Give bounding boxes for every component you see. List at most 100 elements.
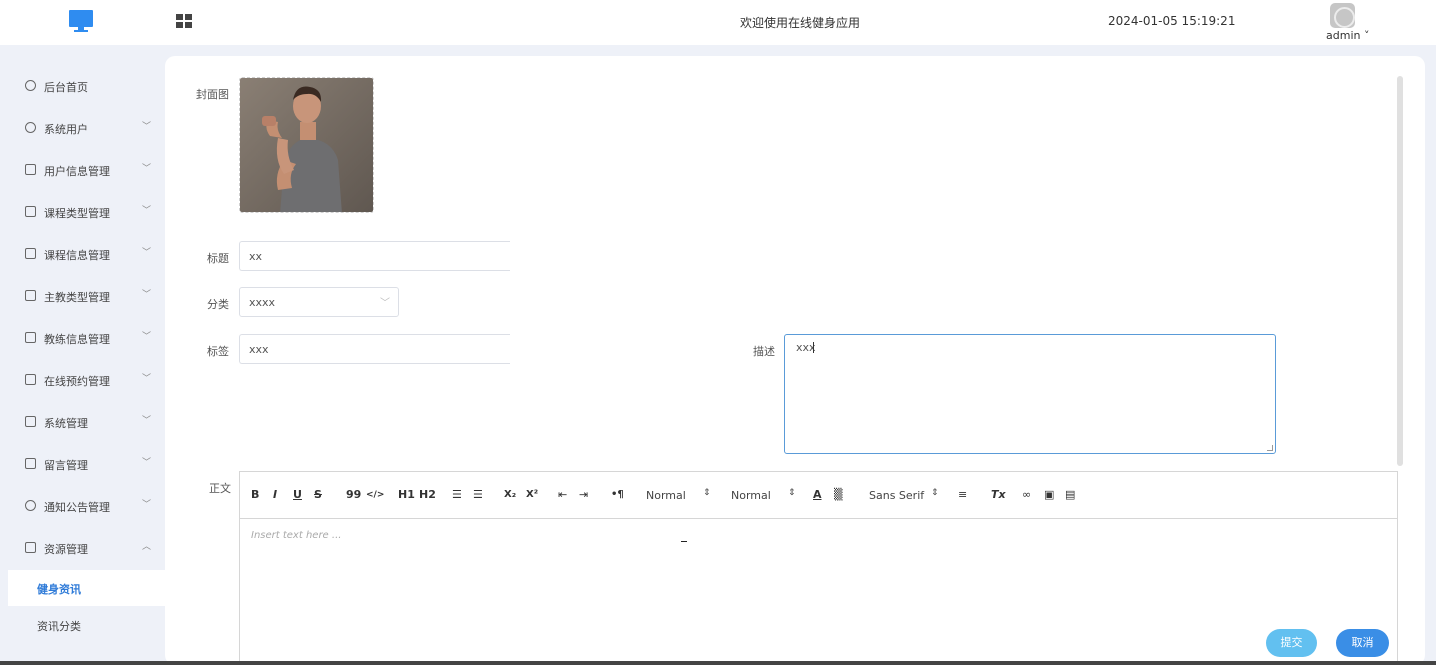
- h1-button[interactable]: H1: [398, 489, 415, 501]
- superscript-button[interactable]: X²: [526, 489, 538, 501]
- strike-button[interactable]: S: [314, 489, 322, 501]
- sidebar-subitem-label: 资讯分类: [37, 620, 81, 633]
- bullet-list-icon[interactable]: ☰: [473, 489, 483, 501]
- datetime-display: 2024-01-05 15:19:21: [1108, 14, 1236, 28]
- text-color-icon[interactable]: A: [813, 489, 822, 501]
- sidebar-subitem-label: 健身资讯: [37, 583, 81, 596]
- align-icon[interactable]: ≡: [958, 489, 967, 501]
- header-picker[interactable]: Normal ⇕: [731, 488, 796, 502]
- sidebar-item-messages[interactable]: 留言管理 ﹀: [0, 443, 165, 485]
- list-icon: [25, 206, 36, 217]
- italic-button[interactable]: I: [273, 489, 277, 501]
- sidebar-subitem-news-category[interactable]: 资讯分类: [8, 607, 165, 643]
- folder-icon: [25, 542, 36, 553]
- font-picker[interactable]: Sans Serif ⇕: [869, 488, 939, 502]
- header-picker-value: Normal: [731, 489, 771, 502]
- chevron-down-icon: ﹀: [142, 416, 152, 426]
- list-icon: [25, 164, 36, 175]
- h2-button[interactable]: H2: [419, 489, 436, 501]
- chevron-down-icon: ﹀: [142, 458, 152, 468]
- sidebar-item-dashboard[interactable]: 后台首页: [0, 65, 165, 107]
- sidebar-item-coach-type[interactable]: 主教类型管理 ﹀: [0, 275, 165, 317]
- font-picker-value: Sans Serif: [869, 489, 925, 502]
- picker-arrows-icon: ⇕: [703, 488, 711, 498]
- body-label: 正文: [209, 482, 231, 495]
- sidebar-item-user-info[interactable]: 用户信息管理 ﹀: [0, 149, 165, 191]
- sidebar: 后台首页 系统用户 ﹀ 用户信息管理 ﹀ 课程类型管理 ﹀ 课程信息管理 ﹀ 主…: [0, 45, 165, 665]
- link-icon[interactable]: ∞: [1022, 489, 1031, 501]
- sidebar-item-course-info[interactable]: 课程信息管理 ﹀: [0, 233, 165, 275]
- cancel-button[interactable]: 取消: [1336, 629, 1389, 657]
- message-icon: [25, 458, 36, 469]
- text-direction-button[interactable]: •¶: [611, 489, 624, 501]
- check-box-icon: [25, 416, 36, 427]
- sidebar-item-coach-info[interactable]: 教练信息管理 ﹀: [0, 317, 165, 359]
- sidebar-item-label: 主教类型管理: [44, 291, 110, 304]
- tags-input[interactable]: xxx: [239, 334, 510, 364]
- sidebar-subitem-fitness-news[interactable]: 健身资讯: [8, 570, 165, 606]
- chevron-down-icon: ﹀: [380, 298, 390, 309]
- form-card: 封面图 标题 xx 分类 xxxx ﹀ 标签 xxx 描述 xxx 正文 B I…: [165, 56, 1425, 665]
- description-label: 描述: [753, 345, 775, 358]
- sidebar-item-label: 系统用户: [44, 123, 88, 136]
- video-icon[interactable]: ▤: [1065, 489, 1075, 501]
- user-icon: [25, 122, 36, 133]
- indent-icon[interactable]: ⇥: [579, 489, 588, 501]
- resize-handle[interactable]: [1267, 445, 1273, 451]
- welcome-text: 欢迎使用在线健身应用: [739, 16, 860, 30]
- picker-arrows-icon: ⇕: [931, 488, 939, 498]
- list-icon: [25, 248, 36, 259]
- monitor-logo-icon: [69, 10, 93, 32]
- background-color-icon[interactable]: ▒: [834, 489, 842, 501]
- chevron-down-icon: ﹀: [142, 332, 152, 342]
- sidebar-item-label: 教练信息管理: [44, 333, 110, 346]
- sidebar-item-label: 课程信息管理: [44, 249, 110, 262]
- sidebar-item-announcements[interactable]: 通知公告管理 ﹀: [0, 485, 165, 527]
- sidebar-item-label: 系统管理: [44, 417, 88, 430]
- ordered-list-icon[interactable]: ☰: [452, 489, 462, 501]
- subscript-button[interactable]: X₂: [504, 489, 516, 501]
- title-label: 标题: [207, 252, 229, 265]
- sidebar-item-label: 留言管理: [44, 459, 88, 472]
- code-block-button[interactable]: </>: [366, 489, 384, 501]
- title-input-value: xx: [249, 250, 263, 263]
- submit-button[interactable]: 提交: [1266, 629, 1317, 657]
- sidebar-item-resources[interactable]: 资源管理 ︿: [0, 527, 165, 569]
- calendar-icon: [25, 374, 36, 385]
- editor-placeholder: Insert text here ...: [251, 530, 342, 541]
- sidebar-item-course-type[interactable]: 课程类型管理 ﹀: [0, 191, 165, 233]
- blockquote-button[interactable]: 99: [346, 489, 361, 501]
- user-avatar[interactable]: [1330, 3, 1355, 28]
- editor-content[interactable]: Insert text here ...: [240, 520, 1397, 665]
- scrollbar[interactable]: [1397, 76, 1403, 466]
- grid-menu-icon[interactable]: [176, 14, 192, 28]
- window-bottom-edge: [0, 661, 1436, 665]
- user-dropdown[interactable]: admin ˅: [1326, 29, 1369, 42]
- chevron-down-icon: ﹀: [142, 500, 152, 510]
- sidebar-item-system[interactable]: 系统管理 ﹀: [0, 401, 165, 443]
- sidebar-item-system-users[interactable]: 系统用户 ﹀: [0, 107, 165, 149]
- title-input[interactable]: xx: [239, 241, 510, 271]
- outdent-icon[interactable]: ⇤: [558, 489, 567, 501]
- cover-label: 封面图: [196, 88, 229, 101]
- description-textarea[interactable]: xxx: [784, 334, 1276, 454]
- clean-format-button[interactable]: Tx: [991, 489, 1006, 501]
- category-label: 分类: [207, 298, 229, 311]
- sidebar-item-label: 用户信息管理: [44, 165, 110, 178]
- rich-text-editor: B I U S 99 </> H1 H2 ☰ ☰ X₂ X² ⇤ ⇥ •¶ No…: [239, 471, 1398, 665]
- list-icon: [25, 332, 36, 343]
- cover-image: [240, 78, 373, 212]
- sidebar-item-label: 资源管理: [44, 543, 88, 556]
- image-icon[interactable]: ▣: [1044, 489, 1054, 501]
- top-header: 欢迎使用在线健身应用 2024-01-05 15:19:21 admin ˅: [0, 0, 1436, 45]
- underline-button[interactable]: U: [293, 489, 302, 501]
- sidebar-item-label: 在线预约管理: [44, 375, 110, 388]
- size-picker[interactable]: Normal ⇕: [646, 488, 711, 502]
- category-select[interactable]: xxxx ﹀: [239, 287, 399, 317]
- chevron-up-icon: ︿: [142, 542, 152, 552]
- editor-toolbar: B I U S 99 </> H1 H2 ☰ ☰ X₂ X² ⇤ ⇥ •¶ No…: [240, 472, 1397, 519]
- sidebar-item-booking[interactable]: 在线预约管理 ﹀: [0, 359, 165, 401]
- cover-image-upload[interactable]: [239, 77, 374, 213]
- bold-button[interactable]: B: [251, 489, 259, 501]
- tags-label: 标签: [207, 345, 229, 358]
